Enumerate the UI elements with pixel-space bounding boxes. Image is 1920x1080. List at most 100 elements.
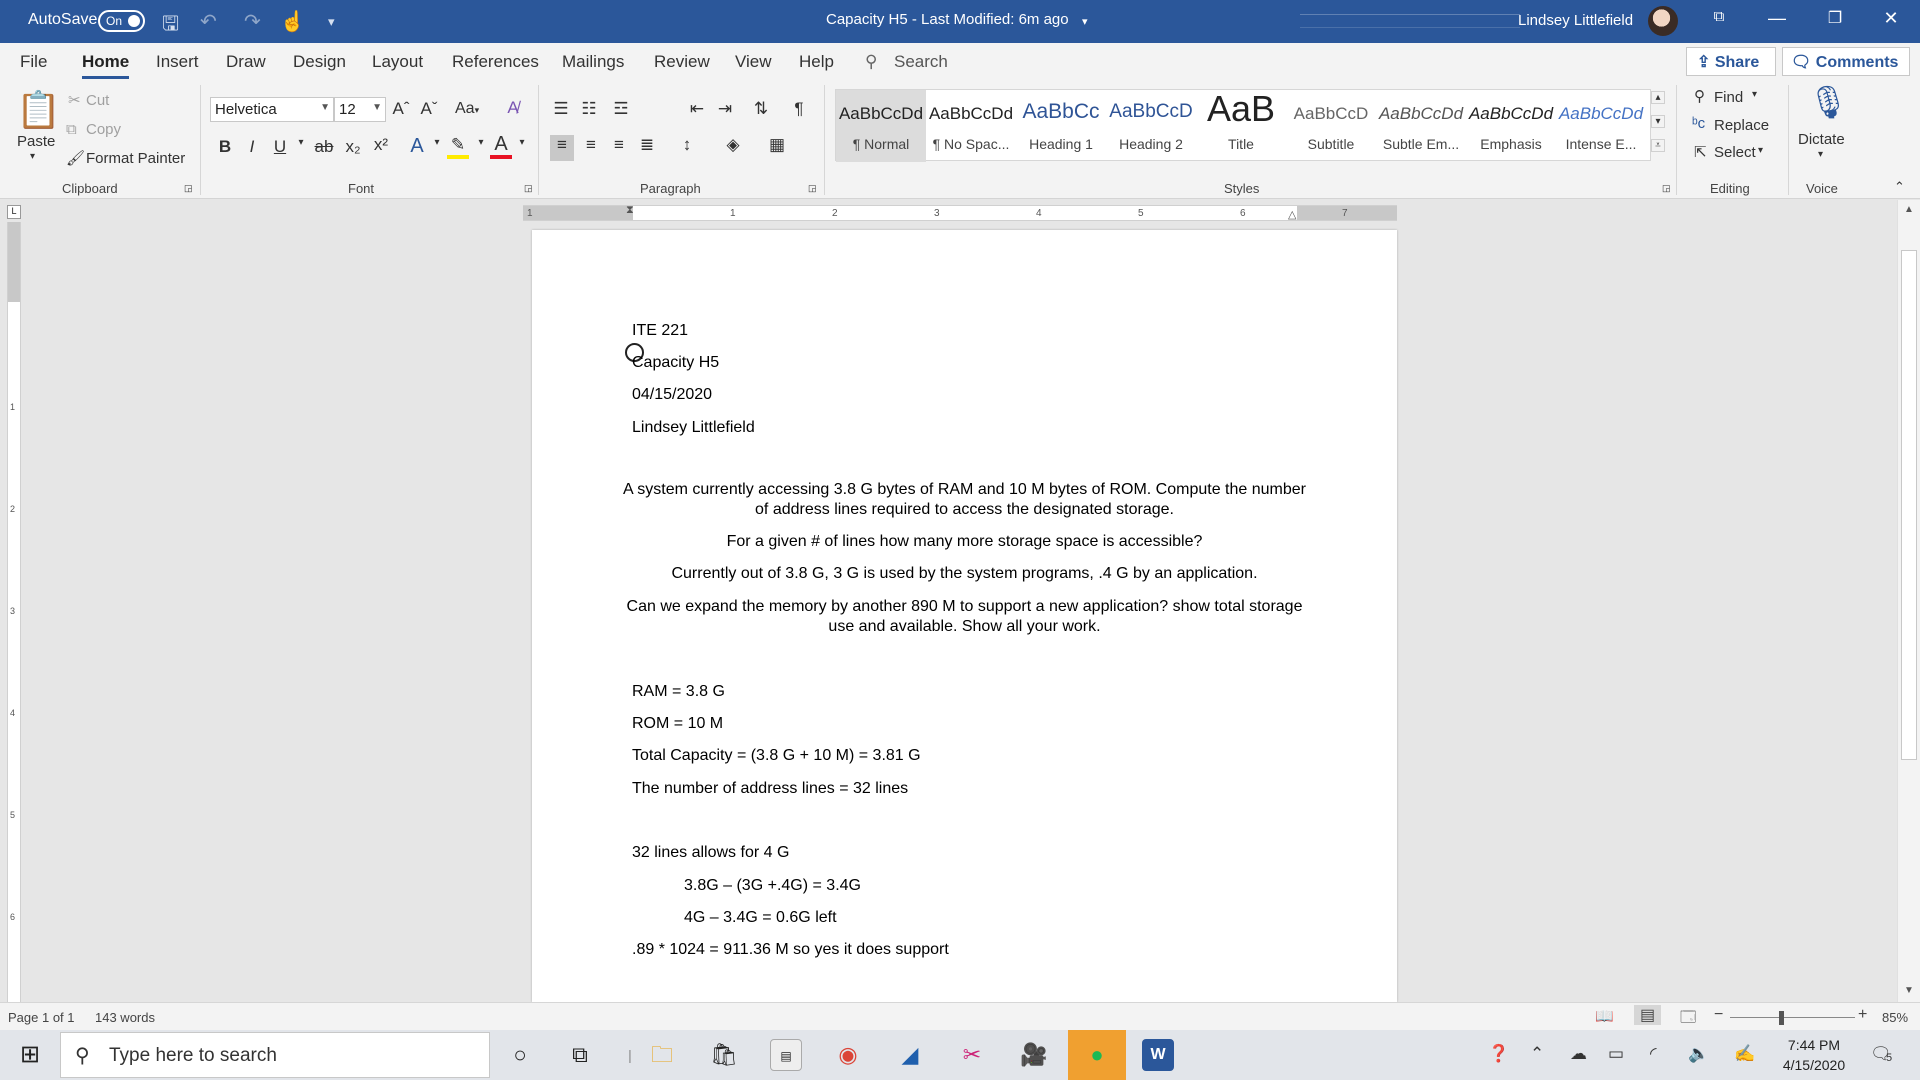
- close-icon[interactable]: ✕: [1876, 8, 1906, 29]
- zoom-slider[interactable]: [1730, 1017, 1855, 1018]
- font-color-dropdown-icon[interactable]: ▾: [511, 137, 533, 148]
- numbering-icon[interactable]: ☷: [578, 99, 600, 119]
- grow-font-icon[interactable]: Aˆ: [390, 99, 412, 119]
- ribbon-display-options-icon[interactable]: ⧉: [1704, 8, 1734, 25]
- document-page[interactable]: ITE 221 Capacity H5 04/15/2020 Lindsey L…: [532, 230, 1397, 1002]
- avatar[interactable]: [1648, 6, 1678, 36]
- change-case-button[interactable]: Aa▾: [455, 100, 479, 118]
- microphone-icon[interactable]: 🎙: [1808, 83, 1849, 121]
- pdf-app-icon[interactable]: ▤: [770, 1039, 802, 1071]
- tab-draw[interactable]: Draw: [226, 52, 266, 72]
- replace-button[interactable]: Replace: [1714, 117, 1769, 134]
- text-effects-dropdown-icon[interactable]: ▾: [426, 137, 448, 148]
- scroll-down-icon[interactable]: ▼: [1898, 985, 1920, 996]
- vertical-ruler[interactable]: 1 2 3 4 5 6: [7, 222, 21, 1002]
- tab-review[interactable]: Review: [654, 52, 710, 72]
- tab-insert[interactable]: Insert: [156, 52, 199, 72]
- justify-icon[interactable]: ≣: [636, 135, 658, 155]
- microsoft-store-icon[interactable]: 🛍: [708, 1039, 740, 1071]
- tab-help[interactable]: Help: [799, 52, 834, 72]
- zoom-app-icon[interactable]: 🎥: [1018, 1039, 1050, 1071]
- bullets-icon[interactable]: ☰: [550, 99, 572, 119]
- style-heading-2[interactable]: AaBbCcD Heading 2: [1106, 90, 1196, 162]
- cut-button[interactable]: Cut: [86, 92, 109, 109]
- pen-icon[interactable]: ✍: [1734, 1044, 1755, 1064]
- share-button[interactable]: ⇪ Share: [1686, 47, 1776, 76]
- strikethrough-icon[interactable]: ab: [313, 137, 335, 157]
- style-normal[interactable]: AaBbCcDd ¶ Normal: [836, 90, 926, 162]
- zoom-level[interactable]: 85%: [1882, 1010, 1908, 1025]
- indent-marker-icon[interactable]: ⧗: [626, 204, 634, 217]
- help-tray-icon[interactable]: ❓: [1488, 1044, 1509, 1064]
- title-chevron-down-icon[interactable]: ▾: [1082, 15, 1088, 28]
- style-no-spacing[interactable]: AaBbCcDd ¶ No Spac...: [926, 90, 1016, 162]
- paragraph-launcher-icon[interactable]: ◲: [808, 183, 817, 194]
- onedrive-icon[interactable]: ☁: [1570, 1044, 1587, 1064]
- increase-indent-icon[interactable]: ⇥: [714, 99, 736, 119]
- paste-icon[interactable]: 📋: [16, 89, 61, 131]
- style-heading-1[interactable]: AaBbCc Heading 1: [1016, 90, 1106, 162]
- align-right-icon[interactable]: ≡: [608, 135, 630, 155]
- read-mode-icon[interactable]: 📖: [1595, 1007, 1614, 1025]
- paste-dropdown-icon[interactable]: ▾: [30, 151, 35, 162]
- battery-icon[interactable]: ▭: [1608, 1044, 1624, 1064]
- tab-selector[interactable]: L: [7, 205, 21, 219]
- vertical-scrollbar[interactable]: ▲ ▼: [1897, 200, 1920, 1002]
- borders-icon[interactable]: ▦: [766, 135, 788, 155]
- font-name-select[interactable]: Helvetica ▼: [210, 97, 334, 122]
- tell-me-search[interactable]: Search: [894, 52, 948, 72]
- taskbar-search-box[interactable]: ⚲ Type here to search: [60, 1032, 490, 1078]
- word-count[interactable]: 143 words: [95, 1010, 155, 1025]
- horizontal-ruler[interactable]: 1 1 2 3 4 5 6 7 ⧗ △: [523, 204, 1397, 221]
- highlight-dropdown-icon[interactable]: ▾: [470, 137, 492, 148]
- volume-icon[interactable]: 🔈: [1688, 1044, 1709, 1064]
- underline-dropdown-icon[interactable]: ▾: [290, 137, 312, 148]
- task-view-icon[interactable]: ⧉: [564, 1039, 596, 1071]
- style-subtitle[interactable]: AaBbCcD Subtitle: [1286, 90, 1376, 162]
- styles-more-icon[interactable]: ⩡: [1651, 139, 1665, 152]
- styles-down-icon[interactable]: ▾: [1651, 115, 1665, 128]
- file-explorer-icon[interactable]: 🗀: [646, 1039, 678, 1071]
- cortana-icon[interactable]: ○: [504, 1039, 536, 1071]
- user-name[interactable]: Lindsey Littlefield: [1518, 12, 1633, 29]
- document-title[interactable]: Capacity H5 - Last Modified: 6m ago: [826, 11, 1069, 28]
- shading-icon[interactable]: ◈: [722, 135, 744, 155]
- clear-formatting-icon[interactable]: A̸: [502, 98, 524, 118]
- text-effects-icon[interactable]: A: [406, 135, 428, 158]
- touch-mode-icon[interactable]: ☝: [280, 9, 305, 34]
- copy-button[interactable]: Copy: [86, 121, 121, 138]
- tab-mailings[interactable]: Mailings: [562, 52, 624, 72]
- edge-icon[interactable]: ◢: [894, 1039, 926, 1071]
- select-button[interactable]: Select: [1714, 144, 1756, 161]
- spotify-icon[interactable]: ●: [1068, 1030, 1126, 1080]
- tab-references[interactable]: References: [452, 52, 539, 72]
- tab-layout[interactable]: Layout: [372, 52, 423, 72]
- dictate-dropdown-icon[interactable]: ▾: [1818, 149, 1823, 160]
- decrease-indent-icon[interactable]: ⇤: [686, 99, 708, 119]
- scroll-thumb[interactable]: [1901, 250, 1917, 760]
- word-app-icon[interactable]: W: [1142, 1039, 1174, 1071]
- shrink-font-icon[interactable]: Aˇ: [418, 99, 440, 119]
- minimize-icon[interactable]: —: [1762, 8, 1792, 29]
- print-layout-icon[interactable]: ▤: [1634, 1005, 1662, 1025]
- find-button[interactable]: Find: [1714, 89, 1743, 106]
- tab-view[interactable]: View: [735, 52, 772, 72]
- sort-icon[interactable]: ⇅: [750, 99, 772, 119]
- tab-design[interactable]: Design: [293, 52, 346, 72]
- taskbar-clock[interactable]: 7:44 PM 4/15/2020: [1764, 1035, 1864, 1075]
- style-emphasis[interactable]: AaBbCcDd Emphasis: [1466, 90, 1556, 162]
- windows-start-icon[interactable]: ⊞: [14, 1039, 46, 1071]
- paste-button[interactable]: Paste: [17, 133, 55, 150]
- style-title[interactable]: AaB Title: [1196, 88, 1286, 162]
- select-dropdown-icon[interactable]: ▾: [1758, 145, 1763, 156]
- highlight-icon[interactable]: ✎: [447, 135, 469, 159]
- multilevel-list-icon[interactable]: ☲: [610, 99, 632, 119]
- scroll-up-icon[interactable]: ▲: [1898, 204, 1920, 215]
- zoom-in-button[interactable]: +: [1858, 1006, 1867, 1024]
- style-subtle-emphasis[interactable]: AaBbCcDd Subtle Em...: [1376, 90, 1466, 162]
- undo-icon[interactable]: ↶: [200, 9, 217, 34]
- format-painter-button[interactable]: Format Painter: [86, 150, 185, 167]
- superscript-icon[interactable]: x²: [370, 135, 392, 155]
- tab-home[interactable]: Home: [82, 52, 130, 79]
- web-layout-icon[interactable]: 🗔: [1680, 1007, 1696, 1032]
